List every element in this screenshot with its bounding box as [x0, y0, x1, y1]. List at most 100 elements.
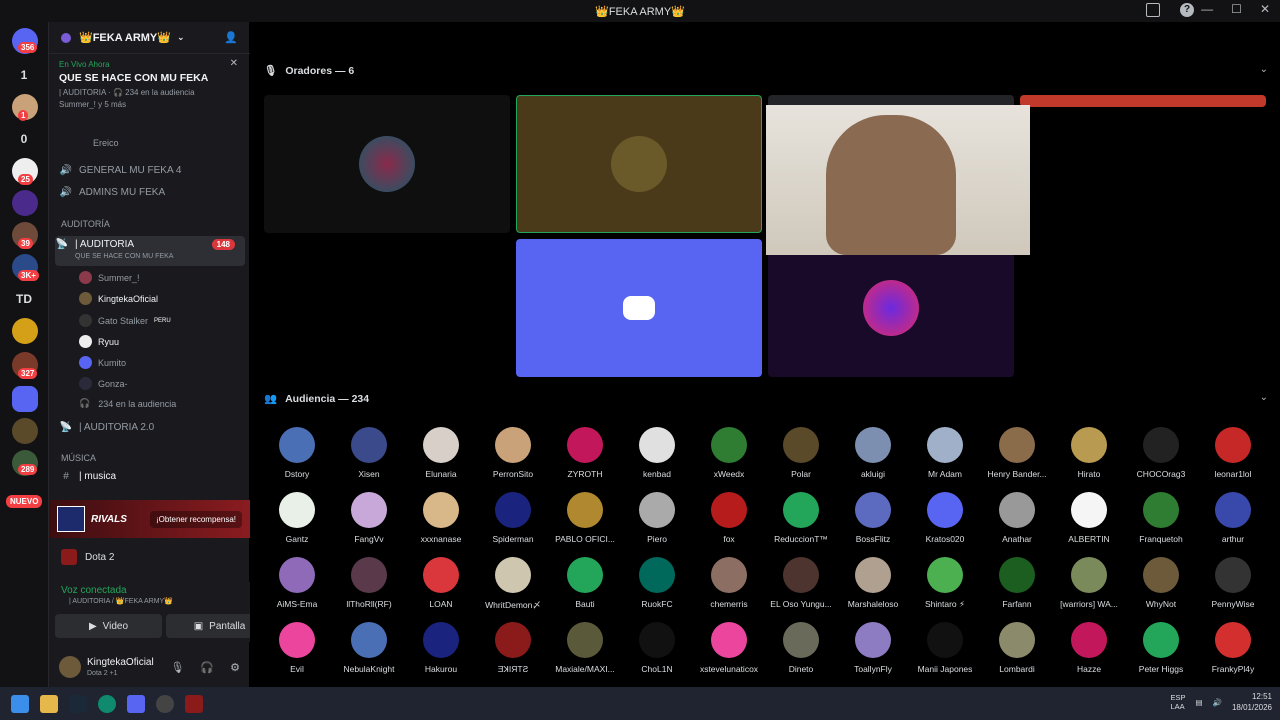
edge-icon[interactable] — [98, 694, 116, 713]
audience-member[interactable]: Polar — [765, 427, 837, 479]
audience-member[interactable]: Spiderman — [477, 492, 549, 544]
headphones-icon[interactable]: 🎧 — [200, 661, 214, 674]
chevron-down-icon[interactable]: ⌄ — [1260, 392, 1268, 403]
audience-member[interactable]: Manii Japones — [909, 622, 981, 674]
speaker-tile[interactable] — [516, 239, 762, 377]
help-icon[interactable]: ? — [1180, 3, 1194, 17]
server-letter[interactable]: 1 — [0, 68, 48, 82]
server-icon[interactable] — [12, 190, 38, 216]
server-header[interactable]: 👑FEKA ARMY👑 ⌄ 👤 — [49, 22, 250, 54]
audience-member[interactable]: Mr Adam — [909, 427, 981, 479]
minimize-icon[interactable]: — — [1201, 2, 1213, 16]
audience-member[interactable]: Hazze — [1053, 622, 1125, 674]
avatar[interactable] — [59, 656, 81, 678]
voice-user[interactable]: Gato Stalker PERU — [79, 314, 171, 327]
inbox-icon[interactable] — [1146, 3, 1160, 17]
audience-member[interactable]: Franquetoh — [1125, 492, 1197, 544]
voice-user[interactable]: Kumito — [79, 356, 126, 369]
live-now-card[interactable]: En Vivo Ahora QUE SE HACE CON MU FEKA | … — [49, 54, 250, 124]
audience-member[interactable]: EL Oso Yungu... — [765, 557, 837, 609]
audience-member[interactable]: Lombardi — [981, 622, 1053, 674]
gear-icon[interactable]: ⚙ — [230, 661, 240, 674]
server-letter[interactable]: TD — [0, 292, 48, 306]
audience-member[interactable]: xxxnanase — [405, 492, 477, 544]
audience-member[interactable]: Maxiale/MAXI... — [549, 622, 621, 674]
game-activity[interactable]: Dota 2 — [49, 544, 250, 570]
audience-member[interactable]: AiMS-Ema — [261, 557, 333, 609]
claim-button[interactable]: ¡Obtener recompensa! — [149, 510, 242, 528]
audience-header[interactable]: 👥 Audiencia — 234 — [264, 392, 369, 406]
audience-member[interactable]: akluigi — [837, 427, 909, 479]
speakers-header[interactable]: 🎙 Oradores — 6 — [264, 64, 354, 78]
audience-member[interactable]: Elunaria — [405, 427, 477, 479]
category-auditoria[interactable]: AUDITORÍA — [61, 219, 110, 229]
server-icon[interactable] — [12, 318, 38, 344]
audience-member[interactable]: Dineto — [765, 622, 837, 674]
audience-member[interactable]: WhritDemon〆 — [477, 557, 549, 611]
windows-icon[interactable] — [11, 694, 29, 713]
audience-member[interactable]: Piero — [621, 492, 693, 544]
server-letter[interactable]: 0 — [0, 132, 48, 146]
audience-member[interactable]: FangVv — [333, 492, 405, 544]
channel-general[interactable]: 🔊 GENERAL MU FEKA 4 — [59, 165, 260, 176]
audience-member[interactable]: WhyNot — [1125, 557, 1197, 609]
audience-member[interactable]: xstevelunaticox — [693, 622, 765, 674]
server-icon[interactable] — [12, 418, 38, 444]
steam-icon[interactable] — [69, 694, 87, 713]
channel-musica[interactable]: # | musica — [59, 471, 260, 482]
audience-member[interactable]: ALBERTIN — [1053, 492, 1125, 544]
chevron-down-icon[interactable]: ⌄ — [1260, 64, 1268, 75]
speaker-tile-partial[interactable] — [1020, 95, 1266, 107]
audience-member[interactable]: Peter Higgs — [1125, 622, 1197, 674]
audience-member[interactable]: Xisen — [333, 427, 405, 479]
folder-icon[interactable] — [40, 694, 58, 713]
voice-status[interactable]: Voz conectada — [61, 585, 127, 596]
voice-user[interactable]: Ryuu — [79, 335, 119, 348]
channel-stage-2[interactable]: 📡 | AUDITORIA 2.0 — [59, 422, 260, 433]
category-musica[interactable]: MÚSICA — [61, 453, 96, 463]
channel-admins[interactable]: 🔊 ADMINS MU FEKA — [59, 187, 260, 198]
close-icon[interactable]: ✕ — [230, 58, 238, 69]
speaker-tile[interactable] — [768, 239, 1014, 377]
dota-icon[interactable] — [185, 694, 203, 713]
audience-member[interactable]: Henry Bander... — [981, 427, 1053, 479]
audience-member[interactable]: Dstory — [261, 427, 333, 479]
lang-indicator[interactable]: ESP LAA — [1171, 693, 1186, 711]
audience-member[interactable]: CHOCOrag3 — [1125, 427, 1197, 479]
audience-member[interactable]: llThoRll(RF) — [333, 557, 405, 609]
close-window-icon[interactable]: ✕ — [1260, 2, 1270, 16]
volume-icon[interactable]: 🔊 — [1213, 698, 1222, 707]
audience-member[interactable]: ReduccionT™ — [765, 492, 837, 544]
webcam-overlay[interactable] — [766, 105, 1030, 255]
audience-member[interactable]: arthur — [1197, 492, 1269, 544]
audience-member[interactable]: Hirato — [1053, 427, 1125, 479]
audience-member[interactable]: Evil — [261, 622, 333, 674]
channel-stage-auditoria[interactable]: 📡 | AUDITORIA QUE SE HACE CON MU FEKA 148 — [55, 236, 245, 266]
audience-member[interactable]: Anathar — [981, 492, 1053, 544]
audience-member[interactable]: ToallynFly — [837, 622, 909, 674]
audience-member[interactable]: RuokFC — [621, 557, 693, 609]
promo-banner[interactable]: RIVALS ¡Obtener recompensa! — [49, 500, 250, 538]
clock[interactable]: 12:51 18/01/2026 — [1232, 691, 1272, 713]
audience-member[interactable]: Hakurou — [405, 622, 477, 674]
audience-member[interactable]: PerronSito — [477, 427, 549, 479]
voice-user[interactable]: KingtekaOficial — [79, 292, 158, 305]
audience-member[interactable]: ChoL1N — [621, 622, 693, 674]
voice-user[interactable]: Gonza- — [79, 377, 128, 390]
add-member-icon[interactable]: 👤 — [224, 31, 238, 44]
wifi-icon[interactable]: ▤ — [1196, 698, 1203, 707]
audience-member[interactable]: xWeedx — [693, 427, 765, 479]
audience-member[interactable]: [warriors] WA... — [1053, 557, 1125, 609]
audience-member[interactable]: FrankyPl4y — [1197, 622, 1269, 674]
audience-count[interactable]: 🎧 234 en la audiencia — [79, 398, 176, 409]
discord-icon[interactable] — [127, 694, 145, 713]
audience-member[interactable]: Kratos020 — [909, 492, 981, 544]
audience-member[interactable]: ZYROTH — [549, 427, 621, 479]
audience-member[interactable]: PABLO OFICI... — [549, 492, 621, 544]
audience-member[interactable]: LOAN — [405, 557, 477, 609]
maximize-icon[interactable]: ☐ — [1231, 2, 1242, 16]
audience-member[interactable]: PennyWise — [1197, 557, 1269, 609]
audience-member[interactable]: kenbad — [621, 427, 693, 479]
audience-member[interactable]: Farfann — [981, 557, 1053, 609]
app-icon[interactable] — [156, 694, 174, 713]
